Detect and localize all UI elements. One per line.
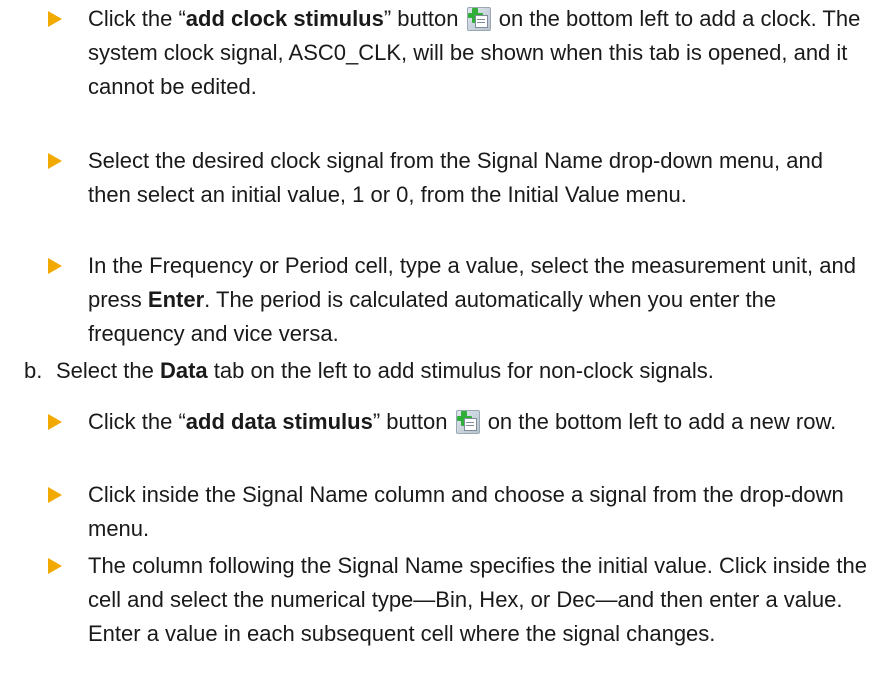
bullet-text-mid: ” button [383, 6, 459, 31]
bullet-text: Select the desired clock signal from the… [88, 148, 823, 207]
bullet-signal-name: Click inside the Signal Name column and … [48, 478, 868, 546]
step-text-bold: Data [159, 358, 208, 383]
bullet-frequency: In the Frequency or Period cell, type a … [48, 249, 868, 351]
bullet-add-clock: Click the “add clock stimulus” button on… [48, 2, 868, 104]
bullet-initial-value: The column following the Signal Name spe… [48, 549, 868, 651]
bullet-text-bold: add clock stimulus [185, 6, 384, 31]
bullet-text: Click inside the Signal Name column and … [88, 482, 844, 541]
bullet-arrow-icon [48, 558, 62, 574]
step-b: b. Select the Data tab on the left to add… [24, 354, 864, 388]
step-text-post: tab on the left to add stimulus for non-… [207, 358, 714, 383]
bullet-text-pre: Click the “ [88, 409, 186, 434]
bullet-arrow-icon [48, 258, 62, 274]
step-number: b. [24, 358, 43, 383]
bullet-text-post: on the bottom left to add a new row. [481, 409, 837, 434]
bullet-arrow-icon [48, 487, 62, 503]
bullet-text: The column following the Signal Name spe… [88, 553, 867, 646]
add-stimulus-icon [455, 410, 480, 434]
bullet-text-pre: Click the “ [88, 6, 186, 31]
bullet-arrow-icon [48, 414, 62, 430]
bullet-select-clock: Select the desired clock signal from the… [48, 144, 868, 212]
bullet-text-mid: ” button [372, 409, 448, 434]
bullet-text-bold: add data stimulus [185, 409, 373, 434]
bullet-add-data: Click the “add data stimulus” button on … [48, 405, 868, 439]
bullet-text-bold: Enter [147, 287, 205, 312]
bullet-arrow-icon [48, 11, 62, 27]
step-text-pre: Select the [56, 358, 160, 383]
add-stimulus-icon [466, 7, 491, 31]
bullet-arrow-icon [48, 153, 62, 169]
